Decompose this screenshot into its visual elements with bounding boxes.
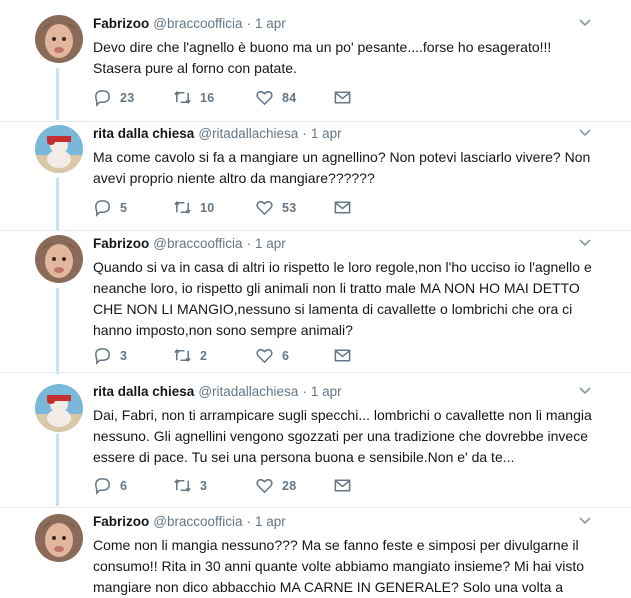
retweet-count: 3 [200, 478, 208, 493]
timestamp[interactable]: 1 apr [311, 384, 342, 399]
retweet-button[interactable]: 2 [173, 346, 207, 365]
retweet-icon [174, 479, 191, 492]
like-button[interactable]: 6 [255, 346, 289, 365]
separator-dot: · [246, 236, 252, 251]
heart-icon [256, 200, 273, 216]
tweet[interactable]: Fabrizoo @braccoofficia · 1 apr Quando si v… [0, 220, 631, 372]
timestamp[interactable]: 1 apr [255, 236, 286, 251]
heart-icon [256, 478, 273, 494]
like-button[interactable]: 28 [255, 476, 297, 495]
reply-icon [95, 200, 110, 217]
author-handle[interactable]: @braccoofficia [153, 236, 242, 251]
reply-icon [95, 348, 110, 365]
dm-button[interactable] [333, 88, 360, 107]
heart-icon [256, 348, 273, 364]
reply-button[interactable]: 6 [93, 476, 127, 495]
chevron-down-icon[interactable] [577, 382, 593, 398]
separator-dot: · [302, 126, 307, 141]
retweet-count: 16 [200, 90, 215, 105]
reply-count: 5 [120, 200, 128, 215]
chevron-down-icon[interactable] [577, 124, 593, 140]
chevron-down-icon[interactable] [577, 234, 593, 250]
author-name[interactable]: rita dalla chiesa [93, 126, 194, 141]
like-button[interactable]: 53 [255, 198, 297, 217]
avatar-rita-image [35, 384, 83, 432]
reply-count: 6 [120, 478, 128, 493]
author-handle[interactable]: @ritadallachiesa [198, 384, 298, 399]
avatar-fabrizoo-image [35, 235, 83, 283]
tweet-header: Fabrizoo @braccoofficia · 1 apr [93, 16, 286, 31]
tweet-text: Dai, Fabri, non ti arrampicare sugli spe… [93, 407, 592, 465]
tweet[interactable]: Fabrizoo @braccoofficia · 1 apr Come non li… [0, 498, 631, 595]
envelope-icon [334, 91, 351, 104]
retweet-icon [174, 91, 191, 104]
tweet-text: Devo dire che l'agnello è buono ma un po… [93, 39, 552, 76]
retweet-button[interactable]: 10 [173, 198, 215, 217]
reply-button[interactable]: 23 [93, 88, 135, 107]
retweet-icon [174, 349, 191, 362]
avatar-fabrizoo-image [35, 15, 83, 63]
tweet-header: Fabrizoo @braccoofficia · 1 apr [93, 236, 286, 251]
envelope-icon [334, 201, 351, 214]
retweet-count: 10 [200, 200, 215, 215]
chevron-down-icon[interactable] [577, 14, 593, 30]
heart-icon [256, 90, 273, 106]
tweet[interactable]: rita dalla chiesa @ritadallachiesa · 1 apr … [0, 364, 631, 507]
avatar[interactable] [35, 235, 83, 283]
like-count: 84 [282, 90, 297, 105]
avatar[interactable] [35, 15, 83, 63]
tweet-text: Come non li mangia nessuno??? Ma se fann… [93, 537, 585, 595]
author-handle[interactable]: @ritadallachiesa [198, 126, 298, 141]
tweet-header: Fabrizoo @braccoofficia · 1 apr [93, 514, 286, 529]
author-name[interactable]: Fabrizoo [93, 514, 149, 529]
author-handle[interactable]: @braccoofficia [153, 16, 242, 31]
envelope-icon [334, 349, 351, 362]
retweet-button[interactable]: 16 [173, 88, 215, 107]
separator-dot: · [246, 514, 252, 529]
avatar-fabrizoo-image [35, 514, 83, 562]
author-handle[interactable]: @braccoofficia [153, 514, 242, 529]
author-name[interactable]: Fabrizoo [93, 236, 149, 251]
envelope-icon [334, 479, 351, 492]
retweet-button[interactable]: 3 [173, 476, 207, 495]
dm-button[interactable] [333, 198, 360, 217]
like-count: 28 [282, 478, 297, 493]
timestamp[interactable]: 1 apr [311, 126, 342, 141]
separator-dot: · [302, 384, 307, 399]
retweet-count: 2 [200, 348, 208, 363]
dm-button[interactable] [333, 476, 360, 495]
avatar[interactable] [35, 125, 83, 173]
timestamp[interactable]: 1 apr [255, 514, 286, 529]
reply-icon [95, 90, 110, 107]
separator-dot: · [246, 16, 252, 31]
reply-count: 23 [120, 90, 135, 105]
chevron-down-icon[interactable] [577, 512, 593, 528]
tweet-text: Ma come cavolo si fa a mangiare un agnel… [93, 149, 591, 186]
like-count: 6 [282, 348, 290, 363]
tweet[interactable]: rita dalla chiesa @ritadallachiesa · 1 apr … [0, 110, 631, 230]
reply-count: 3 [120, 348, 128, 363]
avatar[interactable] [35, 514, 83, 562]
avatar-rita-image [35, 125, 83, 173]
like-count: 53 [282, 200, 297, 215]
reply-icon [95, 478, 110, 495]
tweet-header: rita dalla chiesa @ritadallachiesa · 1 apr [93, 126, 342, 141]
author-name[interactable]: Fabrizoo [93, 16, 149, 31]
tweet-header: rita dalla chiesa @ritadallachiesa · 1 apr [93, 384, 342, 399]
dm-button[interactable] [333, 346, 360, 365]
reply-button[interactable]: 5 [93, 198, 127, 217]
reply-button[interactable]: 3 [93, 346, 127, 365]
author-name[interactable]: rita dalla chiesa [93, 384, 194, 399]
retweet-icon [174, 201, 191, 214]
avatar[interactable] [35, 384, 83, 432]
tweet[interactable]: Fabrizoo @braccoofficia · 1 apr Devo dire c… [0, 0, 631, 121]
timestamp[interactable]: 1 apr [255, 16, 286, 31]
tweet-text: Quando si va in casa di altri io rispett… [93, 259, 592, 338]
like-button[interactable]: 84 [255, 88, 297, 107]
